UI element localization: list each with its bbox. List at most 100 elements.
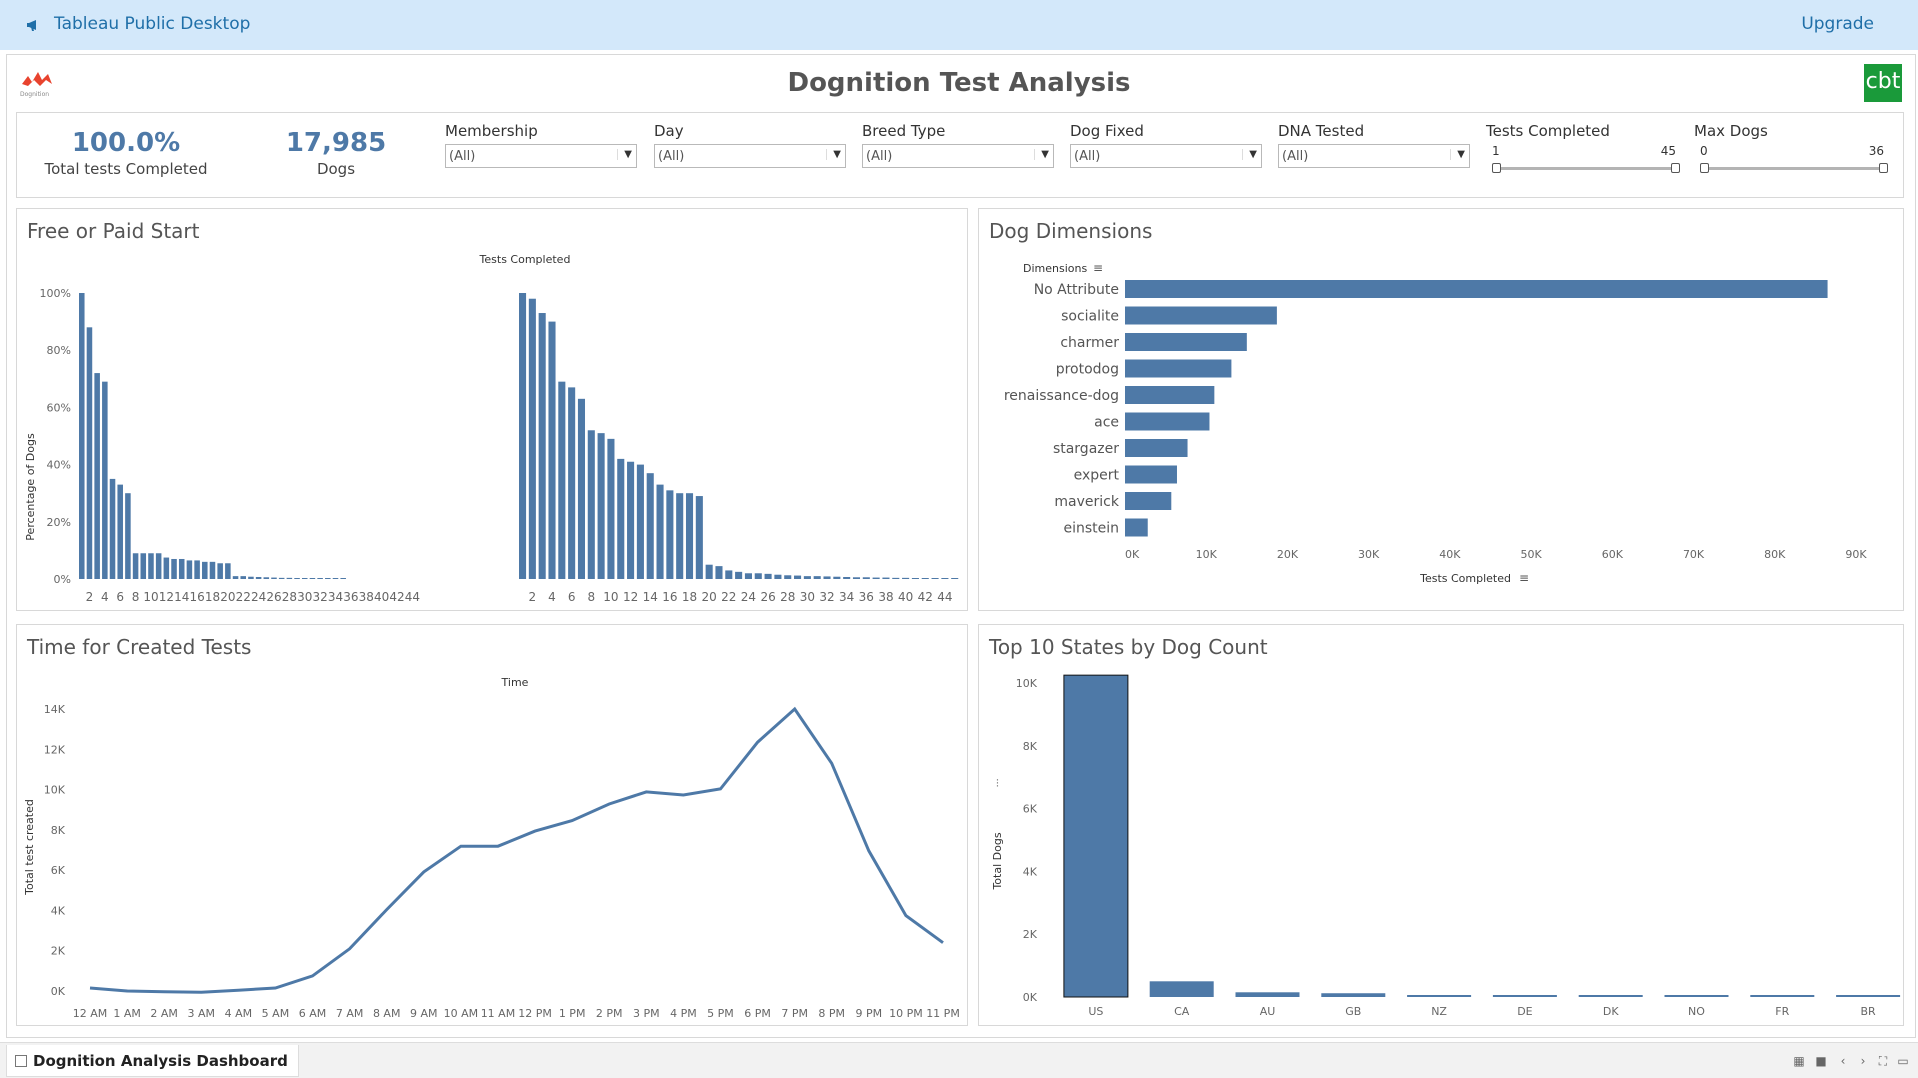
y-tick-label: 100%: [40, 287, 71, 300]
x-tick-label: 12 PM: [518, 1007, 552, 1020]
bar: [843, 576, 851, 579]
app-title: Tableau Public Desktop: [54, 14, 251, 34]
x-tick-label: 22: [721, 590, 736, 604]
slider-track[interactable]: [1700, 162, 1888, 174]
x-tick-label: 38: [878, 590, 893, 604]
bar: [568, 387, 576, 579]
bar: [872, 577, 880, 579]
y-tick-label: 2K: [51, 945, 66, 958]
x-tick-label: 12 AM: [73, 1007, 108, 1020]
filter-dropdown[interactable]: (All) ▼: [445, 144, 637, 168]
bar: [1492, 995, 1557, 997]
grid-view-icon[interactable]: ▦: [1792, 1055, 1806, 1067]
bar: [1063, 674, 1129, 998]
x-axis-label: Tests Completed: [1419, 572, 1511, 585]
panel-time: Time for Created Tests Time Total test cr…: [16, 624, 968, 1026]
slider-handle-max[interactable]: [1671, 163, 1680, 173]
megaphone-icon[interactable]: [26, 16, 44, 34]
sheet-tab-dashboard[interactable]: Dognition Analysis Dashboard: [6, 1045, 299, 1077]
x-tick-label: 14: [643, 590, 658, 604]
y-tick-label: 0K: [51, 985, 66, 998]
top-states-chart: Total Dogs ⫶ 10K 8K 6K 4K 2K 0K US CA AU GB NZ DE DK NO…: [991, 674, 1901, 1018]
x-tick-label: 5 AM: [262, 1007, 290, 1020]
slider-handle-max[interactable]: [1879, 163, 1888, 173]
filter-dropdown[interactable]: (All) ▼: [862, 144, 1054, 168]
bar: [627, 461, 635, 579]
x-tick-label: 32: [312, 590, 327, 604]
x-tick-label: 24: [741, 590, 756, 604]
bar: [132, 553, 139, 579]
bar: [685, 493, 694, 579]
x-tick-label: 4: [101, 590, 109, 604]
x-tick-label: 9 PM: [856, 1007, 883, 1020]
x-tick-label: 1 PM: [559, 1007, 586, 1020]
bar: [86, 327, 93, 579]
slider-max: 45: [1660, 144, 1676, 158]
filter-dropdown[interactable]: (All) ▼: [654, 144, 846, 168]
filter-dna-tested: DNA Tested (All) ▼: [1278, 122, 1474, 168]
filter-dog-fixed: Dog Fixed (All) ▼: [1070, 122, 1266, 168]
y-tick-label: 20%: [47, 516, 71, 529]
y-tick-label: 0K: [1023, 991, 1038, 1004]
x-tick-label: 44: [937, 590, 952, 604]
bar: [951, 578, 959, 579]
bar: [255, 576, 262, 579]
y-tick-label: 10K: [44, 784, 66, 797]
sort-icon: ≡: [1093, 261, 1103, 275]
bar: [774, 574, 782, 579]
bar: [695, 496, 703, 579]
bar: [617, 458, 625, 579]
x-tick-label: 22: [236, 590, 251, 604]
x-tick-label: 8: [132, 590, 140, 604]
bar: [148, 553, 154, 579]
y-tick-label: 0%: [54, 573, 71, 586]
x-tick-label: BR: [1860, 1005, 1876, 1018]
bar: [301, 578, 308, 579]
kpi-value: 17,985: [285, 128, 387, 158]
bar: [263, 577, 270, 579]
bar: [1125, 439, 1188, 457]
x-tick-label: 6: [568, 590, 576, 604]
x-tick-label: US: [1088, 1005, 1103, 1018]
bar: [340, 578, 346, 579]
x-tick-label: 1 AM: [113, 1007, 141, 1020]
x-tick-label: 4 PM: [670, 1007, 697, 1020]
x-tick-label: 2 AM: [150, 1007, 178, 1020]
dropdown-value: (All): [1282, 149, 1309, 164]
bar: [186, 560, 193, 579]
y-tick-label: 14K: [44, 703, 66, 716]
upgrade-link[interactable]: Upgrade: [1801, 14, 1874, 34]
next-sheet-icon[interactable]: ›: [1856, 1055, 1870, 1067]
x-tick-label: 3 AM: [188, 1007, 216, 1020]
single-view-icon[interactable]: ■: [1814, 1055, 1828, 1067]
bar: [833, 576, 841, 579]
bar: [577, 398, 586, 579]
category-label: stargazer: [1053, 441, 1119, 457]
bar: [784, 575, 792, 579]
x-tick-label: FR: [1775, 1005, 1789, 1018]
bar: [852, 577, 861, 579]
x-tick-label: 90K: [1845, 548, 1867, 561]
filter-day: Day (All) ▼: [654, 122, 850, 168]
slider-handle-min[interactable]: [1700, 163, 1709, 173]
filter-dropdown[interactable]: (All) ▼: [1278, 144, 1470, 168]
x-tick-label: 14: [174, 590, 189, 604]
bar: [1125, 492, 1172, 510]
fullscreen-icon[interactable]: ⛶: [1876, 1055, 1890, 1067]
bar: [140, 553, 147, 579]
x-tick-label: 0K: [1125, 548, 1140, 561]
slider-handle-min[interactable]: [1492, 163, 1501, 173]
prev-sheet-icon[interactable]: ‹: [1836, 1055, 1850, 1067]
filter-membership: Membership (All) ▼: [445, 122, 641, 168]
present-icon[interactable]: ▭: [1896, 1055, 1910, 1067]
bar: [519, 293, 527, 579]
y-tick-label: 6K: [51, 864, 66, 877]
free-paid-chart: Tests CompletedPercentage of Dogs100%80%…: [24, 253, 959, 604]
dashboard-title: Dognition Test Analysis: [787, 68, 1131, 98]
panel-free-paid: Free or Paid Start Tests Completed Percen…: [16, 208, 968, 611]
x-tick-label: 20: [702, 590, 717, 604]
x-tick-label: NZ: [1431, 1005, 1447, 1018]
x-tick-label: 80K: [1764, 548, 1786, 561]
slider-track[interactable]: [1492, 162, 1680, 174]
filter-dropdown[interactable]: (All) ▼: [1070, 144, 1262, 168]
